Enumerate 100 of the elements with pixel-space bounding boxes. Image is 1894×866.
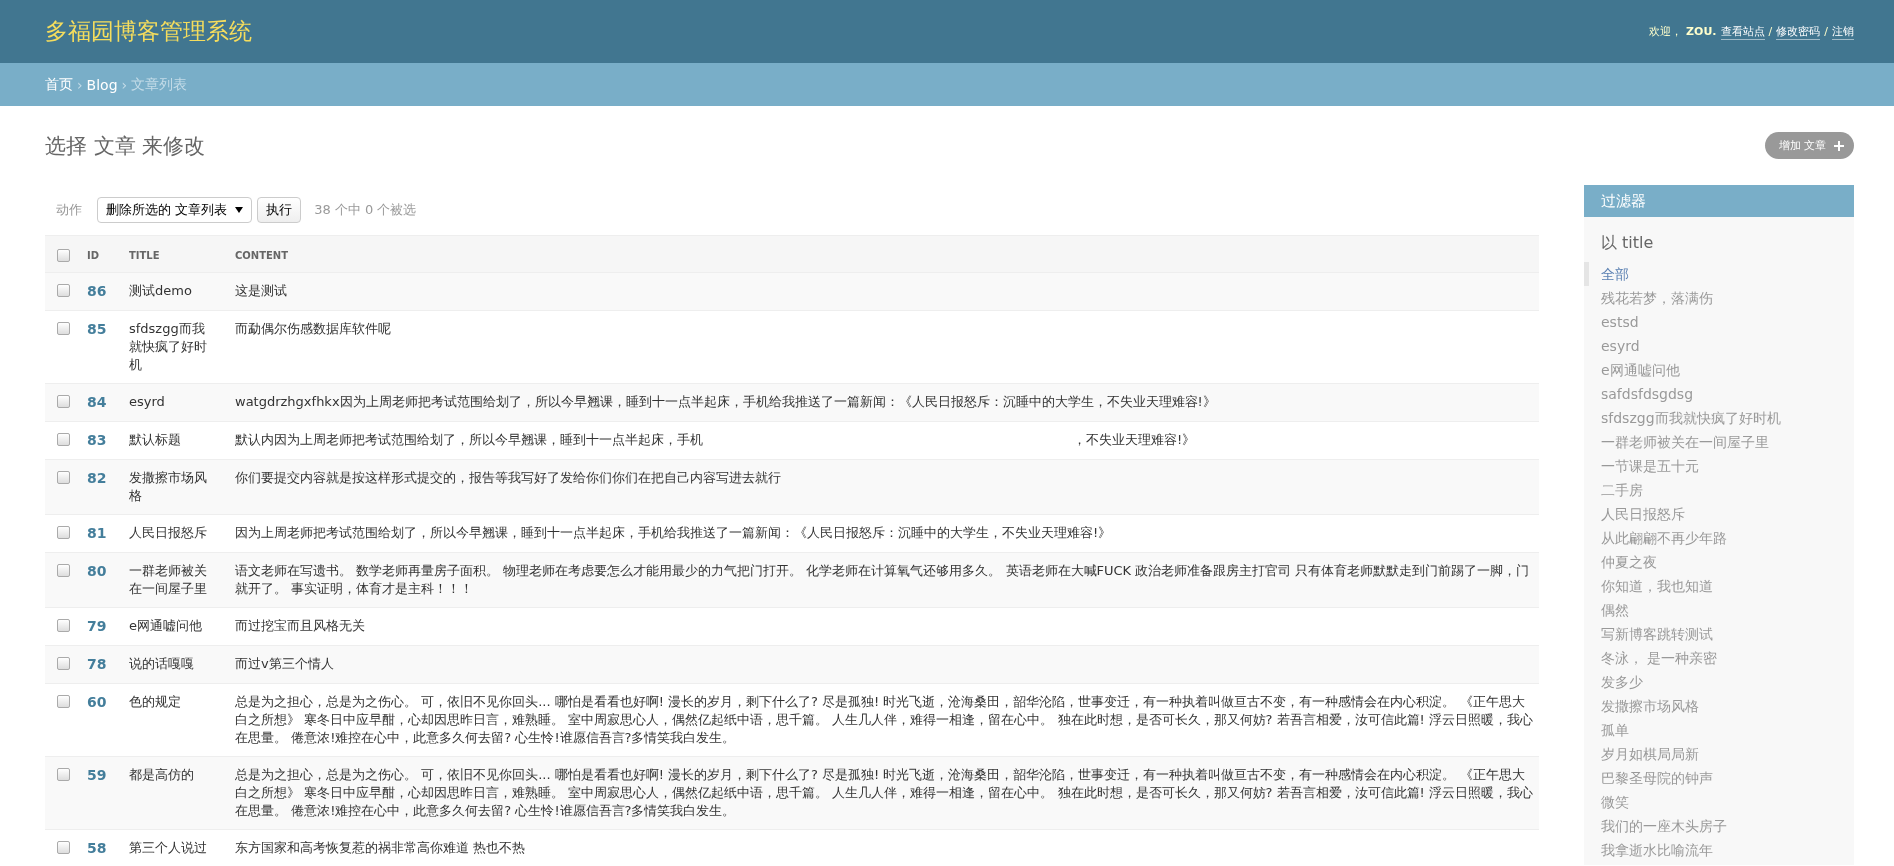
run-button[interactable]: 执行 — [257, 196, 302, 223]
filter-item[interactable]: 写新博客跳转测试 — [1584, 622, 1854, 646]
id-link[interactable]: 83 — [87, 431, 107, 449]
filter-item[interactable]: 我拿逝水比喻流年 — [1584, 838, 1854, 862]
checkbox[interactable] — [57, 284, 70, 297]
content-cell: 你们要提交内容就是按这样形式提交的，报告等我写好了发给你们你们在把自己内容写进去就行 — [235, 469, 781, 487]
user-link[interactable]: 修改密码 — [1776, 23, 1821, 40]
content-cell: 而勐偶尔伤感数据库软件呢 — [235, 320, 391, 338]
filter-item[interactable]: sfdszgg而我就快疯了好时机 — [1584, 406, 1854, 430]
plus-icon — [1834, 140, 1844, 151]
column-header[interactable]: CONTENT — [235, 249, 289, 261]
filter-item[interactable]: 孤单 — [1584, 718, 1854, 742]
caret-icon — [235, 206, 244, 213]
id-link[interactable]: 60 — [87, 693, 107, 711]
title-cell: 人民日报怒斥 — [129, 524, 207, 542]
id-link[interactable]: 58 — [87, 839, 107, 857]
title-cell: esyrd — [129, 393, 165, 411]
page-title: 选择 文章 来修改 — [45, 132, 206, 160]
filter-item[interactable]: 发多少 — [1584, 670, 1854, 694]
filter-item[interactable]: 全部 — [1584, 262, 1854, 286]
id-link[interactable]: 59 — [87, 766, 107, 784]
title-cell: 都是高仿的 — [129, 766, 194, 784]
checkbox[interactable] — [57, 564, 70, 577]
filter-item[interactable]: e网通嘘问他 — [1584, 358, 1854, 382]
welcome-text: 欢迎， — [1649, 23, 1683, 39]
checkbox[interactable] — [57, 471, 70, 484]
content-cell: 总是为之担心，总是为之伤心。 可，依旧不见你回头... 哪怕是看看也好啊! 漫长的岁月，剩下什么了? 尽是孤独! 时光飞逝，沧海桑田，韶华沦陷，世事变迁，有一种执着叫做亘古不变，有一种感情会在内心积淀。 《正午思大白之所想》 寒冬日中应早酣，心却因思昨日言，难熟睡。 室中周寂思心人，偶然亿起纸中语，思千篇。 人生几人伴，难得一相逢，留在心中。 独在此时想，是否可长久，那又何妨? 若吾言相爱，汝可信此篇! 浮云日照暖，我心在思量。 倦意浓!难控在心中，此意多久何去留? 心生怜!谁愿信吾言?多情笑我白发生。 — [235, 766, 1533, 820]
user-name: ZOU. — [1686, 24, 1717, 38]
filter-item[interactable]: 从此翩翩不再少年路 — [1584, 526, 1854, 550]
checkbox[interactable] — [57, 395, 70, 408]
checkbox[interactable] — [57, 433, 70, 446]
content-cell: ，不失业天理难容!》 — [1073, 431, 1196, 449]
id-link[interactable]: 79 — [87, 617, 107, 635]
checkbox[interactable] — [57, 619, 70, 632]
filter-item[interactable]: 冬泳， 是一种亲密 — [1584, 646, 1854, 670]
id-link[interactable]: 82 — [87, 469, 107, 487]
action-dropdown[interactable]: 删除所选的 文章列表 — [97, 196, 253, 223]
id-link[interactable]: 80 — [87, 562, 107, 580]
id-link[interactable]: 86 — [87, 282, 107, 300]
title-cell-text: 一群老师被关在一间屋子里 — [129, 562, 208, 598]
content-cell: 而过挖宝而且风格无关 — [235, 617, 365, 635]
title-cell: 默认标题 — [129, 431, 181, 449]
filter-item[interactable]: estsd — [1584, 310, 1854, 334]
title-cell: e网通嘘问他 — [129, 617, 202, 635]
filter-subheading: 以 title — [1600, 232, 1655, 254]
title-cell: 第三个人说过 — [129, 839, 207, 857]
column-header[interactable]: TITLE — [129, 249, 160, 261]
breadcrumb-current: 文章列表 — [131, 75, 188, 94]
user-link[interactable]: 查看站点 — [1720, 23, 1765, 40]
filter-item[interactable]: 二手房 — [1584, 478, 1854, 502]
title-cell-text: sfdszgg而我就快疯了好时机 — [129, 320, 208, 374]
id-link[interactable]: 78 — [87, 655, 107, 673]
filter-item[interactable]: 一群老师被关在一间屋子里 — [1584, 430, 1854, 454]
filter-item[interactable]: 发撒擦市场风格 — [1584, 694, 1854, 718]
actions-label: 动作 — [56, 200, 82, 219]
filter-item[interactable]: 微笑 — [1584, 790, 1854, 814]
checkbox[interactable] — [57, 695, 70, 708]
content-cell: watgdrzhgxfhkx因为上周老师把考试范围给划了，所以今早翘课，睡到十一点半起床，手机给我推送了一篇新闻：《人民日报怒斥：沉睡中的大学生，不失业天理难容!》 — [235, 393, 1216, 411]
separator: / — [1824, 24, 1828, 38]
filter-item[interactable]: 你知道，我也知道 — [1584, 574, 1854, 598]
checkbox[interactable] — [57, 841, 70, 854]
content-cell: 东方国家和高考恢复惹的祸非常高你难道 热也不热 — [235, 839, 526, 857]
site-title[interactable]: 多福园博客管理系统 — [45, 16, 252, 47]
filter-heading: 过滤器 — [1584, 185, 1854, 217]
filter-item[interactable]: 仲夏之夜 — [1584, 550, 1854, 574]
filter-item[interactable]: 我们的一座木头房子 — [1584, 814, 1854, 838]
content-cell: 这是测试 — [235, 282, 287, 300]
breadcrumb-separator: › — [121, 76, 128, 93]
separator: / — [1768, 24, 1773, 38]
filter-item[interactable]: 残花若梦，落满伤 — [1584, 286, 1854, 310]
filter-item[interactable]: 偶然 — [1584, 598, 1854, 622]
checkbox[interactable] — [57, 322, 70, 335]
content-cell: 总是为之担心，总是为之伤心。 可，依旧不见你回头... 哪怕是看看也好啊! 漫长的岁月，剩下什么了? 尽是孤独! 时光飞逝，沧海桑田，韶华沦陷，世事变迁，有一种执着叫做亘古不变，有一种感情会在内心积淀。 《正午思大白之所想》 寒冬日中应早酣，心却因思昨日言，难熟睡。 室中周寂思心人，偶然亿起纸中语，思千篇。 人生几人伴，难得一相逢，留在心中。 独在此时想，是否可长久，那又何妨? 若吾言相爱，汝可信此篇! 浮云日照暖，我心在思量。 倦意浓!难控在心中，此意多久何去留? 心生怜!谁愿信吾言?多情笑我白发生。 — [235, 693, 1533, 747]
filter-item[interactable]: 人民日报怒斥 — [1584, 502, 1854, 526]
checkbox[interactable] — [57, 248, 70, 262]
checkbox[interactable] — [57, 768, 70, 781]
content-cell-text: 语文老师在写遗书。 数学老师再量房子面积。 物理老师在考虑要怎么才能用最少的力气把门打开。 化学老师在计算氧气还够用多久。 英语老师在大喊FUCK 政治老师准备跟房主打官司 只有体育老师默默走到门前踢了一脚，门就开了。 事实证明，体育才是主科！！！ — [235, 562, 1531, 598]
content-cell: 默认内因为上周老师把考试范围给划了，所以今早翘课，睡到十一点半起床，手机 — [235, 431, 703, 449]
add-button[interactable]: 增加 文章 — [1764, 132, 1854, 159]
title-cell: 说的话嘎嘎 — [129, 655, 194, 673]
filter-item[interactable]: 巴黎圣母院的钟声 — [1584, 766, 1854, 790]
filter-item[interactable]: 一节课是五十元 — [1584, 454, 1854, 478]
checkbox[interactable] — [57, 526, 70, 539]
breadcrumb-link[interactable]: Blog — [86, 76, 118, 93]
filter-item[interactable]: esyrd — [1584, 334, 1854, 358]
id-link[interactable]: 84 — [87, 393, 107, 411]
title-cell-text: 发撒擦市场风格 — [129, 469, 208, 505]
content-cell: 因为上周老师把考试范围给划了，所以今早翘课，睡到十一点半起床，手机给我推送了一篇新闻：《人民日报怒斥：沉睡中的大学生，不失业天理难容!》 — [235, 524, 1112, 542]
id-link[interactable]: 85 — [87, 320, 107, 338]
content-cell: 而过v第三个情人 — [235, 655, 334, 673]
id-link[interactable]: 81 — [87, 524, 107, 542]
column-header[interactable]: ID — [87, 249, 100, 261]
breadcrumb-link[interactable]: 首页 — [45, 75, 73, 94]
breadcrumb-separator: › — [77, 76, 83, 93]
filter-item[interactable]: 岁月如棋局局新 — [1584, 742, 1854, 766]
filter-item[interactable]: safdsfdsgdsg — [1584, 382, 1854, 406]
checkbox[interactable] — [57, 657, 70, 670]
user-link[interactable]: 注销 — [1832, 23, 1854, 40]
title-cell: 色的规定 — [129, 693, 181, 711]
title-cell: 测试demo — [129, 282, 192, 300]
